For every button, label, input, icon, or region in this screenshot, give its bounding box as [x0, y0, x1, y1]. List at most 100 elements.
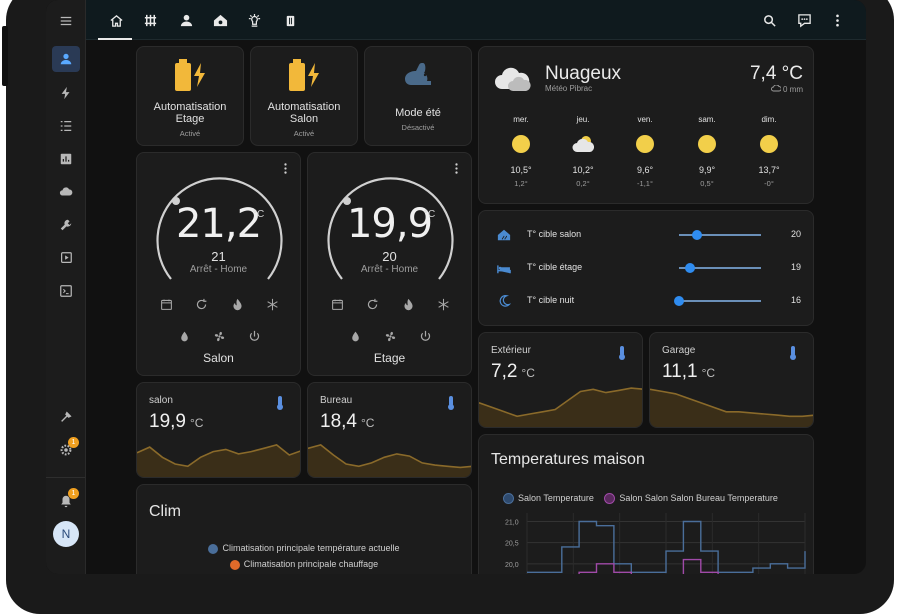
clim-title: Clim	[149, 503, 181, 520]
slider-track[interactable]	[679, 300, 761, 302]
schedule-icon[interactable]	[159, 297, 173, 311]
thermometer-icon	[619, 346, 625, 360]
weather-location: Météo Pibrac	[545, 84, 593, 93]
card-title: Automatisation Etage	[153, 101, 227, 125]
sensor-bureau-card[interactable]: Bureau 18,4 °C	[307, 382, 472, 478]
sidebar-item-energy[interactable]	[52, 80, 80, 106]
sidebar-item-tools[interactable]	[52, 212, 80, 238]
dry-mode-icon[interactable]	[177, 329, 191, 343]
sidebar-item-history[interactable]	[52, 146, 80, 172]
clim-legend-item[interactable]: Climatisation principale température act…	[137, 543, 471, 554]
automation-salon-card[interactable]: Automatisation Salon Activé	[250, 46, 358, 146]
power-icon[interactable]	[247, 329, 261, 343]
sidebar-item-notifications[interactable]: 1	[52, 488, 80, 514]
sensor-sparkline	[308, 444, 471, 477]
sensor-exterieur-card[interactable]: Extérieur 7,2 °C	[478, 332, 643, 428]
assist-button[interactable]	[794, 10, 814, 30]
menu-icon[interactable]	[52, 8, 80, 34]
card-title: Mode été	[395, 107, 441, 119]
thermostat-salon-card[interactable]: 21,2 °C 21 Arrêt - Home Salon	[136, 152, 301, 376]
trash-icon	[286, 15, 294, 26]
media-icon	[61, 252, 72, 263]
lamp-icon	[248, 13, 260, 27]
sparkline-area	[479, 388, 642, 427]
auto-mode-icon[interactable]	[365, 297, 379, 311]
schedule-icon[interactable]	[330, 297, 344, 311]
automation-etage-card[interactable]: Automatisation Etage Activé	[136, 46, 244, 146]
sidebar: 1 1 N	[46, 0, 86, 574]
tab-person[interactable]	[176, 10, 196, 30]
tab-home[interactable]	[106, 10, 126, 30]
rabbit-icon	[405, 63, 431, 85]
tab-trash[interactable]	[280, 10, 300, 30]
legend-item[interactable]: Salon Temperature	[503, 493, 594, 505]
sun-icon	[698, 135, 716, 153]
partly-cloudy-icon	[572, 136, 595, 152]
fan-mode-icon[interactable]	[212, 329, 226, 343]
house-shield-icon	[213, 14, 227, 26]
weather-card[interactable]: Nuageux Météo Pibrac 7,4 °C 0 mm mer. 10,…	[478, 46, 814, 204]
forecast-day: jeu.	[576, 115, 590, 124]
chart-title: Temperatures maison	[491, 451, 645, 468]
settings-badge: 1	[68, 437, 79, 448]
tablet-frame: 1 1 N Automatisation Etage Activé Automa…	[2, 0, 894, 614]
tab-lights[interactable]	[244, 10, 264, 30]
slider-knob[interactable]	[685, 263, 696, 273]
hvac-mode: Arrêt - Home	[360, 264, 419, 275]
sidebar-item-media[interactable]	[52, 245, 80, 271]
cloud-icon	[59, 187, 73, 196]
sensor-salon-card[interactable]: salon 19,9 °C	[136, 382, 301, 478]
mode-ete-card[interactable]: Mode été Désactivé	[364, 46, 472, 146]
sidebar-item-terminal[interactable]	[52, 278, 80, 304]
sensor-name: Garage	[662, 345, 696, 356]
sidebar-item-person[interactable]	[52, 46, 80, 72]
search-button[interactable]	[759, 10, 779, 30]
target-slider-row: T° cible nuit 16	[479, 291, 813, 311]
sidebar-item-settings[interactable]: 1	[52, 437, 80, 463]
hvac-mode: Arrêt - Home	[189, 264, 248, 275]
sidebar-item-developer[interactable]	[52, 404, 80, 430]
power-icon[interactable]	[418, 329, 432, 343]
person-icon	[180, 14, 192, 26]
thermostat-name: Salon	[203, 351, 234, 365]
sidebar-item-logbook[interactable]	[52, 113, 80, 139]
forecast-low: -0°	[764, 179, 774, 188]
tab-heating[interactable]	[140, 10, 160, 30]
cool-mode-icon[interactable]	[436, 297, 450, 311]
legend-item[interactable]: Salon Salon Salon Bureau Temperature	[604, 493, 778, 505]
more-options-button[interactable]	[827, 10, 847, 30]
y-tick-label: 20,0	[505, 562, 519, 569]
cool-mode-icon[interactable]	[265, 297, 279, 311]
heat-mode-icon[interactable]	[401, 297, 415, 311]
forecast-low: 0,5°	[700, 179, 714, 188]
temperature-unit: °C	[253, 209, 265, 220]
home-assistant-screen: 1 1 N Automatisation Etage Activé Automa…	[46, 0, 866, 574]
dry-mode-icon[interactable]	[348, 329, 362, 343]
legend-swatch	[229, 559, 240, 570]
clim-legend-item[interactable]: Climatisation principale chauffage	[137, 559, 471, 570]
clim-card[interactable]: Clim Climatisation principale températur…	[136, 484, 472, 574]
sparkline-area	[137, 444, 300, 477]
forecast-low: 1,2°	[514, 179, 528, 188]
sidebar-item-cloud[interactable]	[52, 179, 80, 205]
forecast-day: sam.	[698, 115, 716, 124]
auto-mode-icon[interactable]	[194, 297, 208, 311]
fan-mode-icon[interactable]	[383, 329, 397, 343]
current-temperature: 21,2	[175, 201, 262, 247]
legend-swatch	[208, 543, 219, 554]
thermostat-etage-card[interactable]: 19,9 °C 20 Arrêt - Home Etage	[307, 152, 472, 376]
sensor-sparkline	[650, 388, 813, 427]
sensor-value: 18,4 °C	[320, 411, 375, 432]
avatar[interactable]: N	[53, 521, 79, 547]
temperatures-maison-card[interactable]: Temperatures maison Salon Temperature Sa…	[478, 434, 814, 574]
slider-knob[interactable]	[692, 230, 703, 240]
more-vertical-icon	[835, 14, 839, 26]
tab-security[interactable]	[210, 10, 230, 30]
active-tab-indicator	[98, 38, 132, 40]
lightning-icon	[61, 86, 70, 100]
rain-cloud-icon	[770, 84, 782, 92]
assist-icon	[797, 13, 811, 27]
sensor-garage-card[interactable]: Garage 11,1 °C	[649, 332, 814, 428]
heat-mode-icon[interactable]	[230, 297, 244, 311]
slider-knob[interactable]	[674, 296, 684, 306]
